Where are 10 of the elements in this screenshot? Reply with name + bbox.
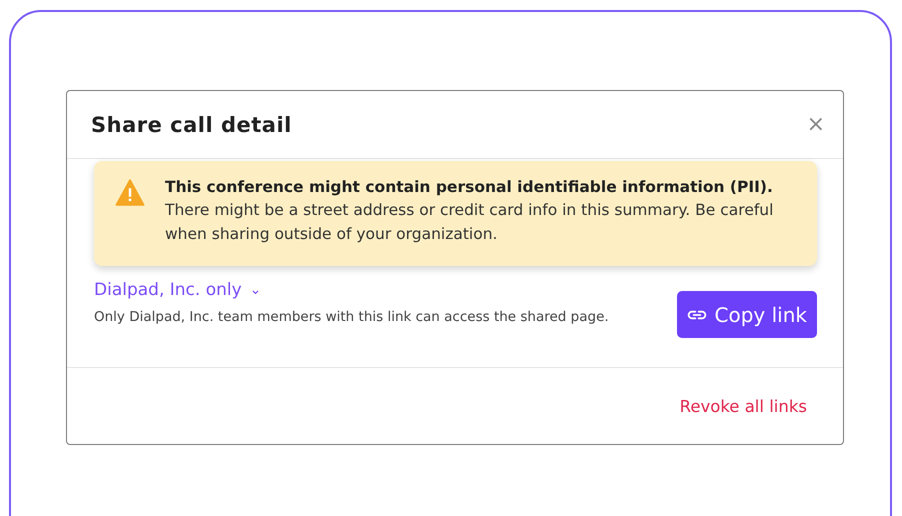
warning-icon [115, 179, 145, 206]
warning-text: There might be a street address or credit card info in this summary. Be careful when sharing outside of your organization. [165, 200, 774, 245]
link-icon [686, 310, 707, 320]
dialog-title: Share call detail [91, 112, 292, 136]
access-description: Only Dialpad, Inc. team members with this link can access the shared page. [94, 308, 610, 327]
copy-link-button[interactable]: Copy link [676, 291, 817, 338]
access-dropdown[interactable]: Dialpad, Inc. only ⌄ [94, 280, 262, 300]
revoke-links-link[interactable]: Revoke all links [680, 396, 807, 416]
close-button[interactable]: × [804, 114, 827, 136]
warning-heading: This conference might contain personal identifiable information (PII). [165, 178, 774, 196]
